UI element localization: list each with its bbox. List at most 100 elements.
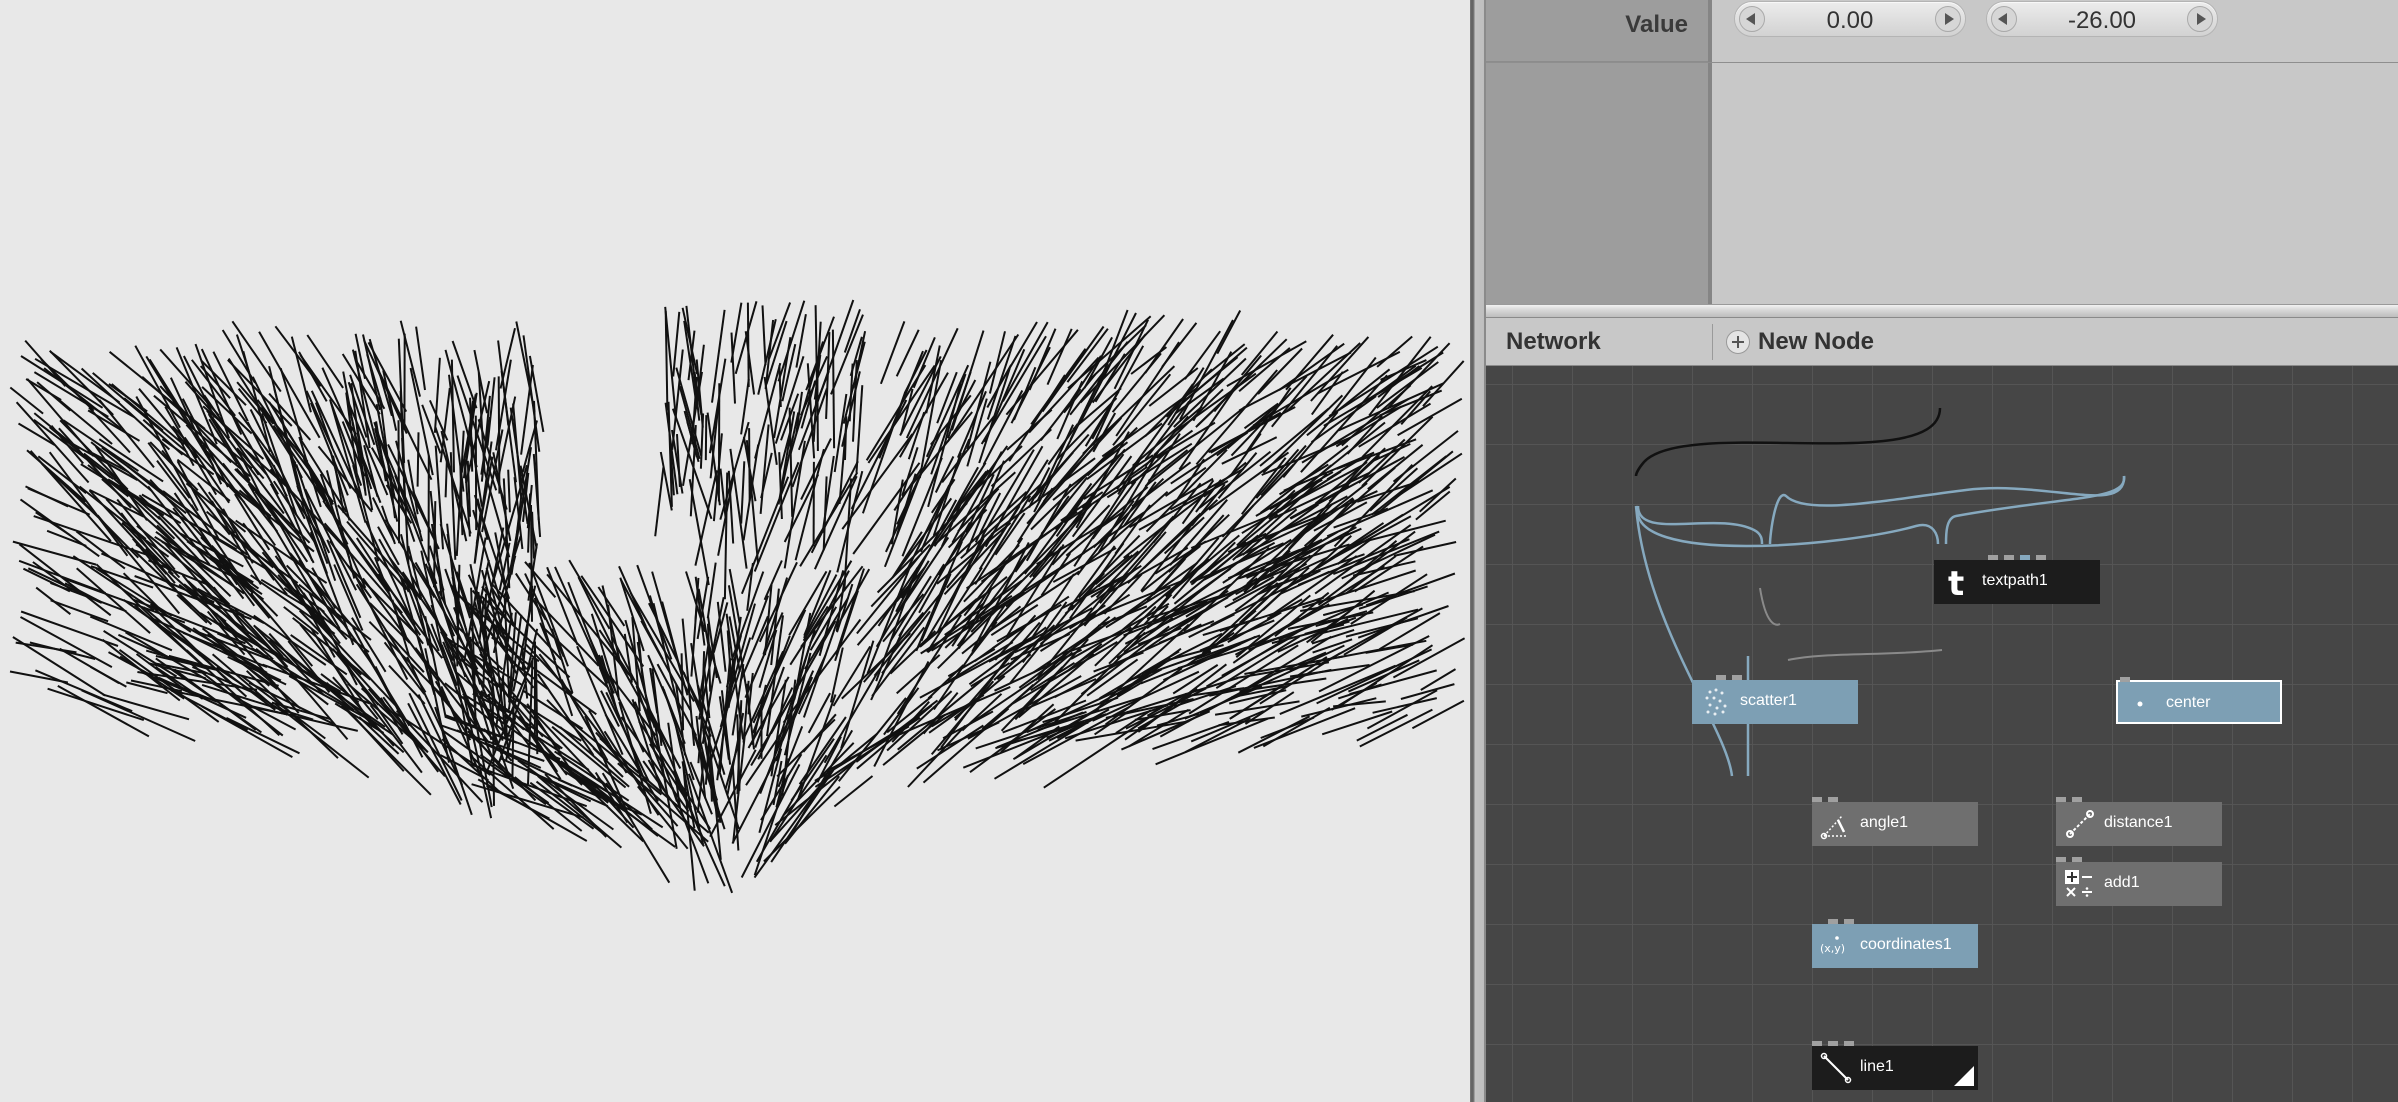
stroke-line: [554, 566, 604, 674]
stroke-line: [507, 469, 511, 513]
stroke-line: [367, 688, 446, 778]
node-label: scatter1: [1740, 692, 1797, 709]
node-center[interactable]: center: [2116, 677, 2282, 724]
wire-angle-coordinates: [1759, 587, 1781, 626]
network-canvas[interactable]: t textpath1 scatter1 center angle1 dista…: [1486, 366, 2398, 1102]
panel-splitter[interactable]: [1470, 0, 1486, 1102]
stroke-line: [530, 504, 533, 622]
stroke-line: [934, 455, 955, 493]
stroke-line: [511, 695, 515, 780]
port: [2072, 797, 2082, 802]
line-icon: [1820, 1052, 1852, 1084]
viewer-canvas[interactable]: [0, 0, 1470, 1102]
stroke-line: [879, 321, 906, 385]
parameters-panel: Value 0.00 -26.00: [1486, 0, 2398, 304]
stroke-line: [1358, 585, 1428, 610]
stroke-line: [26, 378, 95, 457]
node-textpath[interactable]: t textpath1: [1934, 555, 2100, 604]
decrement-y-button[interactable]: [1991, 6, 2017, 32]
stroke-line: [1271, 345, 1338, 428]
stroke-line: [838, 697, 907, 782]
stroke-line: [322, 500, 391, 596]
value-y-field[interactable]: -26.00: [2021, 7, 2183, 35]
value-y-stepper[interactable]: -26.00: [1986, 1, 2218, 37]
stroke-line: [47, 687, 145, 722]
stroke-line: [1411, 699, 1465, 730]
port: [2020, 555, 2030, 560]
stroke-line: [1366, 689, 1438, 730]
stroke-line: [1027, 433, 1090, 503]
stroke-line: [1420, 668, 1457, 691]
stroke-line: [1365, 572, 1456, 607]
svg-text:(x,y): (x,y): [1820, 942, 1845, 955]
stroke-line: [747, 672, 754, 715]
stroke-line: [672, 311, 681, 377]
increment-x-button[interactable]: [1935, 6, 1961, 32]
network-header: Network New Node: [1486, 318, 2398, 366]
stroke-line: [688, 479, 710, 586]
stroke-line: [225, 717, 300, 755]
stroke-line: [434, 445, 444, 550]
stroke-line: [723, 472, 729, 600]
stroke-line: [680, 653, 685, 731]
port: [2004, 555, 2014, 560]
node-label: coordinates1: [1860, 936, 1952, 953]
stroke-line: [740, 763, 801, 878]
wire-scatter-distance: [1636, 505, 1940, 548]
port: [2120, 677, 2130, 682]
stroke-line: [988, 331, 1006, 394]
wire-scatter-line: [1634, 505, 1734, 777]
decrement-x-button[interactable]: [1739, 6, 1765, 32]
stroke-line: [744, 331, 756, 395]
node-label: line1: [1860, 1058, 1894, 1075]
stroke-line: [524, 573, 565, 658]
port: [1732, 675, 1742, 680]
node-label: textpath1: [1982, 572, 2048, 589]
stroke-line: [373, 421, 416, 543]
stroke-line: [416, 432, 420, 487]
node-connections: [1634, 407, 2126, 777]
port: [1828, 1041, 1838, 1046]
value-label: Value: [1625, 11, 1688, 38]
value-x-field[interactable]: 0.00: [1769, 7, 1931, 35]
stroke-line: [1369, 467, 1419, 512]
node-label: center: [2166, 694, 2211, 711]
stroke-line: [699, 413, 705, 469]
stroke-line: [20, 610, 119, 647]
port: [2056, 857, 2066, 862]
stroke-line: [1217, 452, 1258, 499]
new-node-button[interactable]: New Node: [1726, 324, 1874, 360]
stroke-line: [1152, 482, 1202, 544]
stroke-line: [1321, 710, 1393, 736]
parameter-row-value: Value 0.00 -26.00: [1486, 0, 2398, 63]
node-line[interactable]: line1: [1812, 1041, 1978, 1090]
network-title: Network: [1506, 328, 1601, 355]
node-scatter[interactable]: scatter1: [1692, 675, 1858, 724]
stroke-line: [421, 404, 442, 454]
stroke-line: [1184, 717, 1251, 753]
stroke-line: [761, 305, 767, 366]
node-angle[interactable]: angle1: [1812, 797, 1978, 846]
port: [2072, 857, 2082, 862]
node-add[interactable]: add1: [2056, 857, 2222, 906]
horizontal-splitter[interactable]: [1486, 304, 2398, 318]
increment-y-button[interactable]: [2187, 6, 2213, 32]
stroke-line: [50, 599, 109, 623]
value-x-stepper[interactable]: 0.00: [1734, 1, 1966, 37]
stroke-line: [35, 669, 133, 713]
coordinates-icon: (x,y): [1820, 936, 1845, 955]
stroke-line: [601, 585, 622, 663]
distance-icon: [2066, 810, 2094, 838]
port: [1828, 797, 1838, 802]
stroke-line: [778, 365, 782, 408]
node-distance[interactable]: distance1: [2056, 797, 2222, 846]
stroke-line: [306, 334, 344, 389]
node-coordinates[interactable]: (x,y) coordinates1: [1812, 919, 1978, 968]
stroke-line: [1359, 708, 1433, 748]
stroke-line: [730, 302, 743, 363]
stroke-line: [746, 302, 750, 388]
stroke-line: [742, 444, 760, 541]
stroke-line: [1376, 335, 1413, 368]
math-icon: [2065, 870, 2092, 897]
stroke-line: [377, 526, 400, 566]
